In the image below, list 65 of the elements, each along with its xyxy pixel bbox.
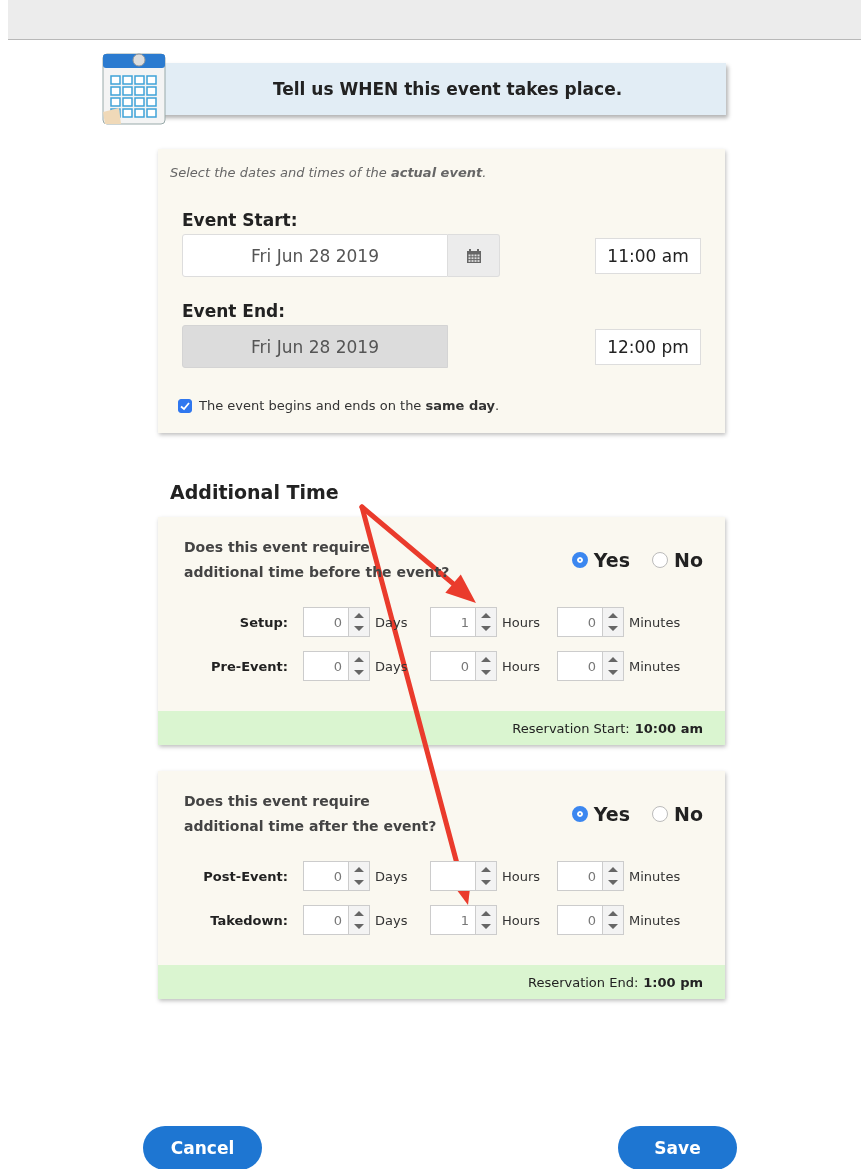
radio-label: Yes: [593, 803, 631, 825]
number-field[interactable]: 1: [430, 905, 497, 935]
reservation-label: Reservation Start:: [512, 720, 630, 736]
radio-label: No: [674, 549, 703, 571]
save-button[interactable]: Save: [618, 1126, 737, 1169]
stepper-icon[interactable]: [602, 861, 624, 891]
reservation-time: 1:00 pm: [643, 974, 703, 990]
stepper-icon[interactable]: [602, 905, 624, 935]
radio-button[interactable]: [652, 806, 669, 822]
stepper-icon[interactable]: [348, 607, 370, 637]
number-field[interactable]: 0: [303, 607, 370, 637]
unit-label: Minutes: [629, 868, 681, 884]
row-label: Setup:: [238, 614, 288, 630]
unit-label: Days: [375, 868, 408, 884]
number-field[interactable]: 0: [303, 651, 370, 681]
cancel-button[interactable]: Cancel: [143, 1126, 262, 1169]
row-label: Pre-Event:: [210, 658, 288, 674]
unit-label: Minutes: [629, 614, 681, 630]
checkbox-label: The event begins and ends on the same day.: [199, 398, 500, 413]
question-text: Does this event require additional time after the event?: [184, 792, 437, 836]
instruction-text: Select the dates and times of the actual event.: [170, 165, 488, 180]
stepper-icon[interactable]: [602, 607, 624, 637]
number-field[interactable]: 0: [303, 861, 370, 891]
number-field[interactable]: 0: [303, 905, 370, 935]
stepper-icon[interactable]: [348, 905, 370, 935]
number-field[interactable]: [430, 861, 497, 891]
unit-label: Minutes: [629, 912, 681, 928]
stepper-icon[interactable]: [348, 651, 370, 681]
stepper-icon[interactable]: [475, 905, 497, 935]
radio-label: No: [674, 803, 703, 825]
unit-label: Hours: [502, 912, 541, 928]
calendar-button[interactable]: [448, 234, 500, 277]
section-heading: Additional Time: [170, 481, 340, 503]
calendar-icon: [99, 50, 169, 128]
stepper-icon[interactable]: [475, 651, 497, 681]
number-field[interactable]: 0: [557, 905, 624, 935]
stepper-icon[interactable]: [475, 607, 497, 637]
date-field[interactable]: Fri Jun 28 2019: [182, 234, 448, 277]
number-field[interactable]: 1: [430, 607, 497, 637]
reservation-time: 10:00 am: [634, 720, 703, 736]
radio-button[interactable]: [571, 806, 588, 822]
number-field[interactable]: 0: [557, 861, 624, 891]
unit-label: Minutes: [629, 658, 681, 674]
page-title: Tell us WHEN this event takes place.: [272, 79, 623, 99]
time-field[interactable]: 11:00 am: [595, 237, 701, 274]
checkbox[interactable]: [178, 398, 192, 413]
unit-label: Hours: [502, 614, 541, 630]
radio-label: Yes: [593, 549, 631, 571]
calendar-icon: [465, 247, 482, 264]
unit-label: Hours: [502, 868, 541, 884]
number-field[interactable]: 0: [557, 607, 624, 637]
radio-button[interactable]: [571, 552, 588, 568]
radio-button[interactable]: [652, 552, 669, 568]
reservation-label: Reservation End:: [527, 974, 639, 990]
row-label: Post-Event:: [202, 868, 288, 884]
number-field[interactable]: 0: [557, 651, 624, 681]
date-label: Event Start:: [182, 210, 299, 230]
date-label: Event End:: [182, 301, 287, 321]
stepper-icon[interactable]: [475, 861, 497, 891]
stepper-icon[interactable]: [348, 861, 370, 891]
row-label: Takedown:: [209, 912, 288, 928]
unit-label: Days: [375, 912, 408, 928]
stepper-icon[interactable]: [602, 651, 624, 681]
unit-label: Hours: [502, 658, 541, 674]
number-field[interactable]: 0: [430, 651, 497, 681]
